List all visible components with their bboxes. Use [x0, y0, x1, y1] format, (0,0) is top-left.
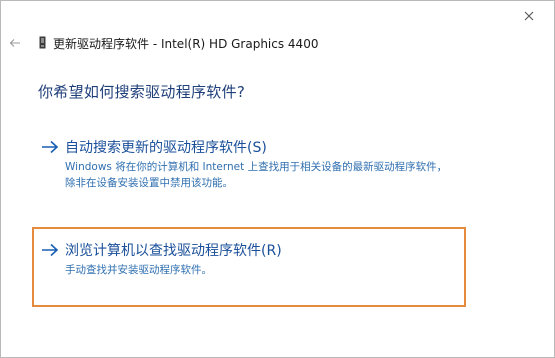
auto-search-option-title: 自动搜索更新的驱动程序软件(S) [65, 140, 267, 156]
dialog-header: 更新驱动程序软件 - Intel(R) HD Graphics 4400 [1, 32, 554, 54]
page-heading: 你希望如何搜索驱动程序软件? [38, 83, 246, 101]
back-arrow-icon [9, 39, 20, 47]
browse-computer-option-title: 浏览计算机以查找驱动程序软件(R) [65, 243, 282, 259]
close-icon [524, 11, 534, 21]
device-icon [39, 36, 46, 49]
window-title: 更新驱动程序软件 - Intel(R) HD Graphics 4400 [53, 37, 319, 51]
browse-computer-option-description: 手动查找并安装驱动程序软件。 [65, 264, 212, 276]
browse-computer-option[interactable]: 浏览计算机以查找驱动程序软件(R) 手动查找并安装驱动程序软件。 [41, 240, 441, 280]
auto-search-option-description: Windows 将在你的计算机和 Internet 上查找用于相关设备的最新驱动… [65, 161, 448, 189]
close-button[interactable] [518, 5, 540, 27]
update-driver-dialog: 更新驱动程序软件 - Intel(R) HD Graphics 4400 你希望… [0, 0, 555, 358]
right-arrow-icon [42, 140, 59, 154]
right-arrow-icon [42, 243, 59, 257]
auto-search-option[interactable]: 自动搜索更新的驱动程序软件(S) Windows 将在你的计算机和 Intern… [41, 137, 481, 193]
back-button[interactable] [7, 34, 23, 52]
